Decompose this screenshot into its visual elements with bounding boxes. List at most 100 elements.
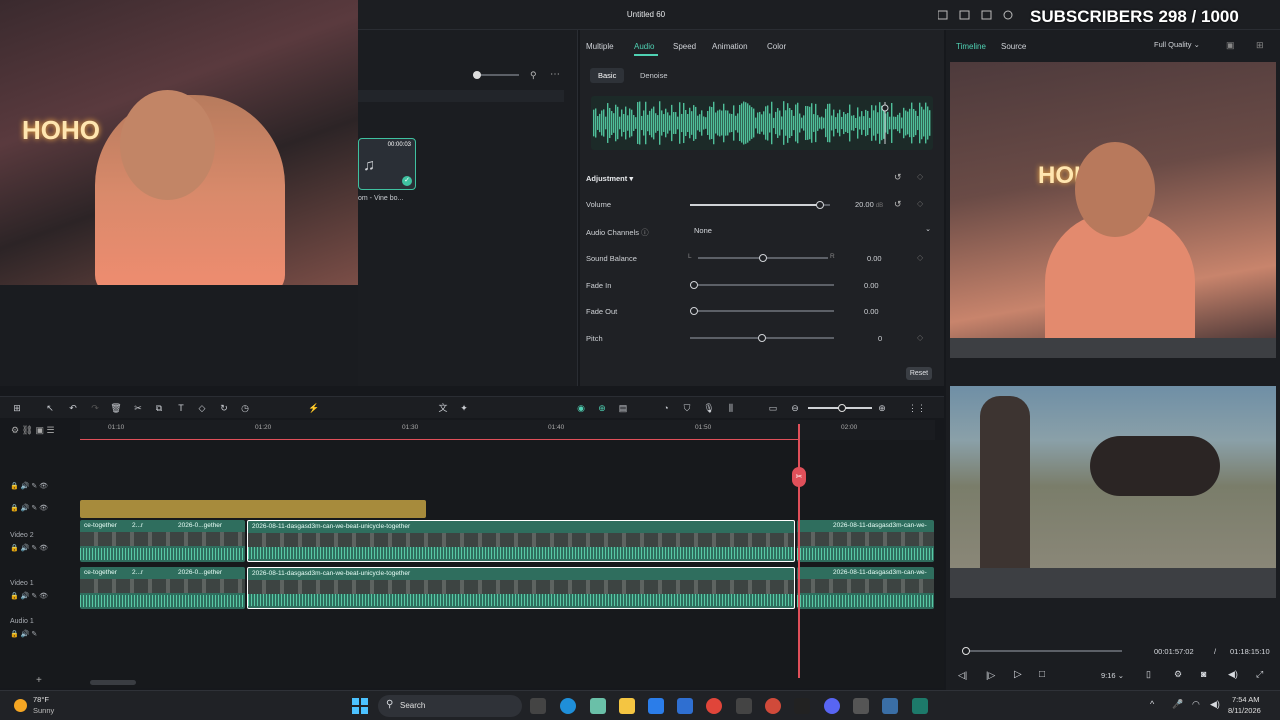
balance-keyframe-icon[interactable]: ◇ <box>917 253 923 262</box>
magic-icon[interactable]: ✦ <box>458 402 470 414</box>
audio-waveform[interactable] <box>591 96 933 150</box>
volume-reset-icon[interactable]: ↺ <box>894 199 902 210</box>
split-icon[interactable]: ✂ <box>132 402 144 414</box>
fade-out-value[interactable]: 0.00 <box>864 307 879 316</box>
steam-icon[interactable] <box>882 698 898 714</box>
folder-icon[interactable] <box>619 698 635 714</box>
fade-out-slider[interactable] <box>690 307 834 315</box>
track-settings-icon[interactable]: ⚙ ⛓ ▣ ☰ <box>11 425 55 436</box>
zoom-out-icon[interactable]: ⊖ <box>789 402 801 414</box>
clip-video1-main[interactable]: 2026-08-11-dasgasd3m-can-we-beat-unicycl… <box>247 567 795 609</box>
grid-icon[interactable]: ⊞ <box>1256 40 1264 51</box>
quality-select[interactable]: Full Quality ⌄ <box>1154 40 1200 49</box>
crop-icon[interactable]: ⧉ <box>153 402 165 414</box>
more-icon[interactable]: ⋯ <box>550 69 560 80</box>
playhead-scissor-icon[interactable]: ✂ <box>792 467 806 487</box>
mic-icon[interactable]: 🎙 <box>703 402 715 414</box>
volume-knob[interactable] <box>816 201 824 209</box>
rotate-icon[interactable]: ↻ <box>218 402 230 414</box>
mixer-icon[interactable]: ⫼ <box>725 402 737 414</box>
outlook-icon[interactable] <box>648 698 664 714</box>
render-icon[interactable]: ▯ <box>1146 669 1151 680</box>
volume-slider[interactable] <box>690 201 830 209</box>
ai-effects-icon[interactable]: ◉ <box>575 402 587 414</box>
marker-icon[interactable]: ▤ <box>617 402 629 414</box>
ai-tool-icon[interactable]: ⚡ <box>308 402 320 414</box>
timer-icon[interactable]: ◷ <box>239 402 251 414</box>
task-view-icon[interactable] <box>530 698 546 714</box>
fade-in-value[interactable]: 0.00 <box>864 281 879 290</box>
sound-balance-value[interactable]: 0.00 <box>867 254 882 263</box>
tag-icon[interactable]: ◇ <box>196 402 208 414</box>
prev-frame-icon[interactable]: ◁| <box>958 670 967 681</box>
obs-icon[interactable] <box>736 698 752 714</box>
play-frame-icon[interactable]: |▷ <box>986 670 995 681</box>
redo-icon[interactable]: ↷ <box>89 402 101 414</box>
timeline-zoom-knob[interactable] <box>838 404 846 412</box>
timeline-scrollbar[interactable] <box>90 680 136 685</box>
layout-icon[interactable]: ⊞ <box>11 402 23 414</box>
store-icon[interactable] <box>677 698 693 714</box>
settings-icon[interactable]: ⚙ <box>1174 669 1182 680</box>
stop-icon[interactable]: □ <box>1039 669 1045 680</box>
caption-icon[interactable]: ▭ <box>767 402 779 414</box>
tab-color[interactable]: Color <box>767 42 786 51</box>
tab-timeline[interactable]: Timeline <box>956 42 986 51</box>
pitch-slider[interactable] <box>690 334 834 342</box>
snapshot-icon[interactable]: ▣ <box>1226 40 1235 51</box>
pitch-value[interactable]: 0 <box>878 334 882 343</box>
adjustment-header[interactable]: Adjustment ▾ <box>586 174 633 183</box>
edge-icon[interactable] <box>560 698 576 714</box>
aspect-ratio-select[interactable]: 9:16 ⌄ <box>1101 671 1124 680</box>
discord-icon[interactable] <box>824 698 840 714</box>
clip-video2-main[interactable]: 2026-08-11-dasgasd3m-can-we-beat-unicycl… <box>247 520 795 562</box>
weather-temp[interactable]: 78°F <box>33 695 49 704</box>
media-search-bar[interactable] <box>358 90 564 102</box>
volume-value[interactable]: 20.00 dB <box>855 200 883 209</box>
shield-icon[interactable]: ⛉ <box>681 402 693 414</box>
speaker-icon[interactable]: ◀) <box>1210 699 1220 710</box>
tray-chevron-icon[interactable]: ^ <box>1150 699 1154 709</box>
delete-icon[interactable]: 🗑 <box>110 402 122 414</box>
chrome-icon[interactable] <box>706 698 722 714</box>
volume-keyframe-icon[interactable]: ◇ <box>917 199 923 208</box>
zoom-slider[interactable] <box>473 71 519 79</box>
fade-in-knob[interactable] <box>690 281 698 289</box>
scrubber-knob[interactable] <box>962 647 970 655</box>
tab-animation[interactable]: Animation <box>712 42 748 51</box>
timeline-zoom-slider[interactable] <box>808 404 872 412</box>
filter-icon[interactable]: ⚲ <box>530 70 537 81</box>
sound-balance-slider[interactable] <box>698 254 828 262</box>
text-icon[interactable]: T <box>175 402 187 414</box>
mic-tray-icon[interactable]: 🎤 <box>1172 699 1183 710</box>
weather-desc[interactable]: Sunny <box>33 706 54 715</box>
windows-start-icon[interactable] <box>352 698 368 714</box>
add-track-icon[interactable]: + <box>36 675 42 686</box>
pitch-keyframe-icon[interactable]: ◇ <box>917 333 923 342</box>
effect-clip[interactable] <box>80 500 426 518</box>
media-clip-thumbnail[interactable]: 00:00:03 ♫ ✓ <box>358 138 416 190</box>
filmora-icon[interactable] <box>590 698 606 714</box>
fade-in-slider[interactable] <box>690 281 834 289</box>
search-box[interactable]: ⚲ Search <box>378 695 522 717</box>
keyframe-icon[interactable]: ◇ <box>917 172 923 181</box>
wifi-icon[interactable]: ◠ <box>1192 699 1200 710</box>
snap-icon[interactable]: ⊕ <box>596 402 608 414</box>
play-icon[interactable]: ▷ <box>1014 669 1022 680</box>
fade-out-knob[interactable] <box>690 307 698 315</box>
more-options-icon[interactable]: ⋮⋮ <box>908 402 926 414</box>
clip-video2-left[interactable]: ce-together 2...r 2026-0...gether <box>80 520 245 562</box>
camera-icon[interactable]: ◙ <box>1201 669 1206 679</box>
timeline-ruler[interactable]: 01:10 01:20 01:30 01:40 01:50 02:00 <box>80 420 935 440</box>
clip-video1-right[interactable]: 2026-08-11-dasgasd3m-can-we- <box>797 567 934 609</box>
pitch-knob[interactable] <box>758 334 766 342</box>
select-tool-icon[interactable]: ↖ <box>44 402 56 414</box>
reset-button[interactable]: Reset <box>906 367 932 380</box>
undo-icon[interactable]: ↶ <box>67 402 79 414</box>
sound-balance-knob[interactable] <box>759 254 767 262</box>
clip-video1-left[interactable]: ce-together 2...r 2026-0...gether <box>80 567 245 609</box>
audio-channels-select[interactable]: None ⌄ <box>690 223 935 237</box>
app-icon[interactable] <box>853 698 869 714</box>
clock-time[interactable]: 7:54 AM <box>1232 695 1260 704</box>
tab-speed[interactable]: Speed <box>673 42 696 51</box>
